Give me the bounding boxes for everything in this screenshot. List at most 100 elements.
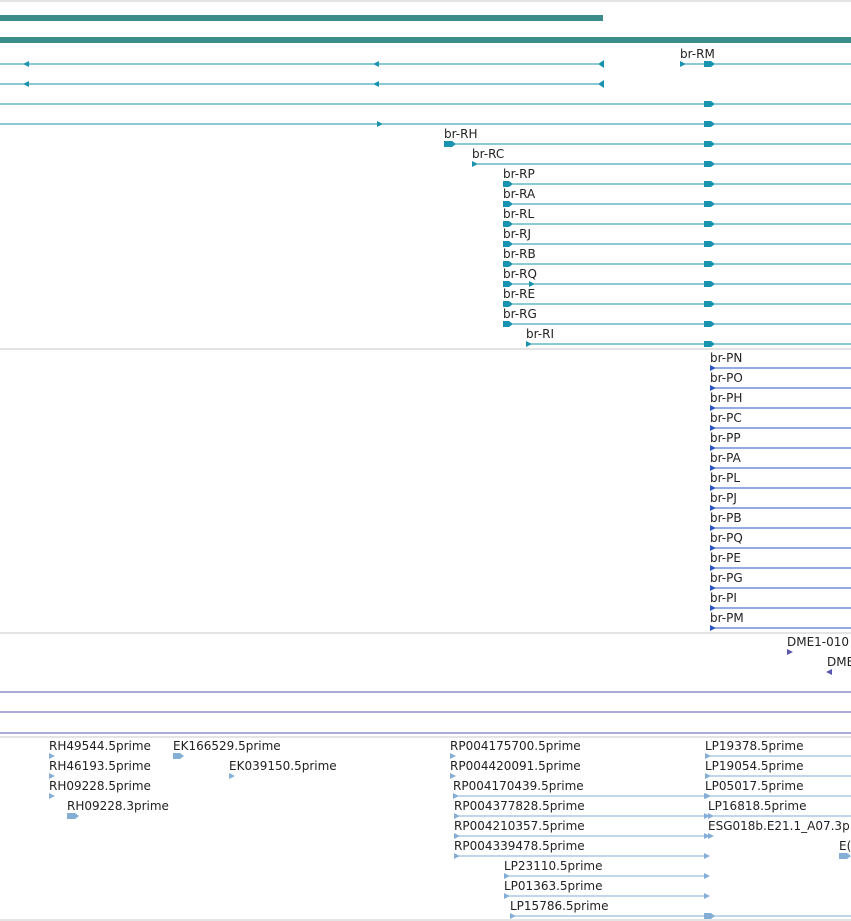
est-label: ESG018b.E21.1_A07.3p (708, 819, 850, 833)
protein-row[interactable]: br-PO (710, 371, 851, 391)
exon-marker (173, 753, 184, 759)
exon-marker (704, 281, 715, 287)
est-label: LP16818.5prime (708, 799, 807, 813)
est-feature[interactable]: ESG018b.E21.1_A07.3p (708, 819, 850, 839)
gene-span-bar[interactable] (0, 37, 851, 43)
protein-row[interactable]: br-PH (710, 391, 851, 411)
transcript-row[interactable]: br-RQ (503, 267, 851, 287)
protein-label: br-PO (710, 371, 743, 385)
est-feature[interactable]: RH49544.5prime (49, 739, 151, 759)
transcript-label: br-RC (472, 147, 504, 161)
est-label: RH49544.5prime (49, 739, 151, 753)
est-feature[interactable]: EK039150.5prime (229, 759, 337, 779)
est-feature[interactable]: LP19378.5prime (705, 739, 851, 759)
transcript-row[interactable]: br-RE (503, 287, 851, 307)
exon-marker (704, 341, 715, 347)
est-feature[interactable]: RP004377828.5prime (454, 799, 710, 819)
protein-label: br-PB (710, 511, 742, 525)
direction-arrow-icon (787, 649, 793, 655)
protein-label: br-PG (710, 571, 743, 585)
transcript-row[interactable]: br-RP (503, 167, 851, 187)
direction-arrow-icon (454, 853, 460, 859)
protein-row[interactable]: br-PI (710, 591, 851, 611)
est-feature[interactable]: EK166529.5prime (173, 739, 281, 759)
transcript-row[interactable] (0, 101, 851, 107)
protein-label: br-PE (710, 551, 741, 565)
protein-row[interactable]: br-PQ (710, 531, 851, 551)
transcript-row[interactable] (0, 121, 851, 127)
transcript-label: br-RB (503, 247, 536, 261)
direction-arrow-icon (472, 161, 478, 167)
protein-track: br-PN br-PO br-PH br-PC br-PP br-PA br-P… (710, 351, 851, 631)
transcript-row[interactable]: br-RI (526, 327, 851, 347)
transcript-row[interactable] (0, 60, 604, 68)
est-feature[interactable]: E( (839, 839, 851, 859)
est-feature[interactable]: LP19054.5prime (705, 759, 851, 779)
exon-marker (704, 161, 715, 167)
est-feature[interactable]: LP15786.5prime (510, 899, 851, 919)
dme-label: DME1-010 (787, 635, 849, 649)
exon-marker (704, 61, 715, 67)
exon-marker (704, 201, 715, 207)
est-feature[interactable]: RP004170439.5prime (453, 779, 710, 799)
protein-row[interactable]: br-PM (710, 611, 851, 631)
transcript-row[interactable]: br-RJ (503, 227, 851, 247)
transcript-label: br-RA (503, 187, 536, 201)
gene-span-bar[interactable] (0, 15, 603, 21)
exon-marker (704, 141, 715, 147)
transcript-row[interactable]: br-RB (503, 247, 851, 267)
est-label: LP05017.5prime (705, 779, 804, 793)
genome-browser-view: br-RM br-RH br-RC br-RP br-RA br-RL br-R… (0, 0, 851, 921)
direction-arrow-icon (680, 61, 686, 67)
est-feature[interactable]: LP23110.5prime (504, 859, 710, 879)
protein-label: br-PM (710, 611, 744, 625)
transcript-label: br-RJ (503, 227, 531, 241)
protein-row[interactable]: br-PN (710, 351, 851, 371)
protein-label: br-PP (710, 431, 741, 445)
est-feature[interactable]: RH46193.5prime (49, 759, 151, 779)
transcript-label: br-RP (503, 167, 535, 181)
transcript-row[interactable]: br-RC (472, 147, 851, 167)
protein-label: br-PH (710, 391, 742, 405)
transcript-label: br-RL (503, 207, 534, 221)
transcript-row[interactable]: br-RM (680, 47, 851, 67)
est-feature[interactable]: RP004339478.5prime (454, 839, 710, 859)
protein-row[interactable]: br-PL (710, 471, 851, 491)
est-feature[interactable]: LP01363.5prime (504, 879, 710, 899)
direction-arrow-icon (704, 853, 710, 859)
est-label: RP004339478.5prime (454, 839, 585, 853)
direction-arrow-icon (598, 60, 604, 68)
transcript-label: br-RI (526, 327, 554, 341)
est-feature[interactable]: RH09228.3prime (67, 799, 169, 819)
dme-feature[interactable]: DME1-010 (787, 635, 849, 655)
transcript-row[interactable]: br-RA (503, 187, 851, 207)
transcript-row[interactable] (0, 80, 604, 88)
protein-row[interactable]: br-PJ (710, 491, 851, 511)
est-feature[interactable]: RP004210357.5prime (454, 819, 710, 839)
exon-marker (704, 241, 715, 247)
transcript-label: br-RQ (503, 267, 537, 281)
protein-row[interactable]: br-PB (710, 511, 851, 531)
direction-arrow-icon (229, 773, 235, 779)
est-label: LP19054.5prime (705, 759, 804, 773)
transcript-row[interactable]: br-RL (503, 207, 851, 227)
direction-arrow-icon (373, 61, 379, 67)
est-label: EK166529.5prime (173, 739, 281, 753)
protein-row[interactable]: br-PP (710, 431, 851, 451)
protein-row[interactable]: br-PC (710, 411, 851, 431)
est-feature[interactable]: LP16818.5prime (708, 799, 851, 819)
protein-row[interactable]: br-PG (710, 571, 851, 591)
est-label: E( (839, 839, 851, 853)
est-feature[interactable]: LP05017.5prime (705, 779, 851, 799)
dme-feature[interactable]: DME (826, 655, 851, 675)
transcript-row[interactable]: br-RH (444, 127, 851, 147)
transcript-row[interactable]: br-RG (503, 307, 851, 327)
dme-label: DME (827, 655, 851, 669)
est-feature[interactable]: RP004420091.5prime (450, 759, 581, 779)
est-feature[interactable]: RP004175700.5prime (450, 739, 581, 759)
protein-row[interactable]: br-PE (710, 551, 851, 571)
est-feature[interactable]: RH09228.5prime (49, 779, 151, 799)
est-label: LP01363.5prime (504, 879, 603, 893)
est-label: LP15786.5prime (510, 899, 609, 913)
protein-row[interactable]: br-PA (710, 451, 851, 471)
